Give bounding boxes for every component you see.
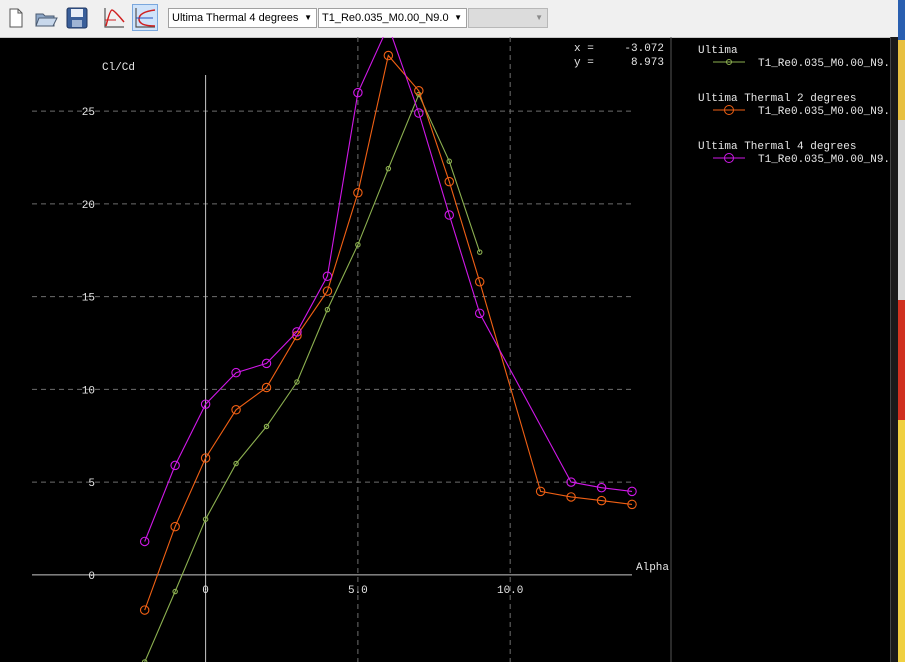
legend-foil-label: Ultima <box>698 45 738 57</box>
readout-x-value: -3.072 <box>624 43 664 55</box>
cl-cd-graph-icon[interactable] <box>132 4 158 31</box>
y-tick-label: 15 <box>82 293 95 305</box>
operating-point-select: ▼ <box>468 8 548 28</box>
x-tick-label: 10.0 <box>497 585 523 597</box>
legend-entry-ultima[interactable]: Ultima T1_Re0.035_M0.00_N9. <box>698 45 890 70</box>
chart-axes <box>32 75 632 662</box>
polar-graph-icon[interactable] <box>101 4 127 31</box>
foil-select-value: Ultima Thermal 4 degrees <box>172 12 299 24</box>
y-tick-label: 25 <box>82 107 95 119</box>
background-window-edge <box>898 0 905 662</box>
cursor-readout: x = -3.072 y = 8.973 <box>574 43 664 69</box>
readout-x-label: x = <box>574 43 594 55</box>
y-tick-label: 20 <box>82 200 95 212</box>
legend-foil-label: Ultima Thermal 4 degrees <box>698 141 856 153</box>
series-line <box>144 37 633 542</box>
legend-entry-thermal-4[interactable]: Ultima Thermal 4 degrees T1_Re0.035_M0.0… <box>698 141 890 166</box>
y-axis-label: Cl/Cd <box>102 62 135 74</box>
legend-foil-label: Ultima Thermal 2 degrees <box>698 93 856 105</box>
readout-y-label: y = <box>574 57 594 69</box>
grid-lines <box>32 37 632 662</box>
readout-y-value: 8.973 <box>631 57 664 69</box>
polar-select-value: T1_Re0.035_M0.00_N9.0 <box>322 12 449 24</box>
x-axis-label: Alpha <box>636 562 669 574</box>
legend-polar-label: T1_Re0.035_M0.00_N9. <box>758 58 890 70</box>
y-tick-label: 10 <box>82 385 95 397</box>
y-tick-label: 5 <box>88 478 95 490</box>
tick-labels: 0 5 10 15 20 25 0 5.0 10.0 <box>82 107 524 597</box>
chart-series <box>139 37 637 662</box>
chevron-down-icon: ▼ <box>304 13 312 22</box>
chevron-down-icon: ▼ <box>535 13 543 22</box>
cl-cd-chart[interactable]: 0 5 10 15 20 25 0 5.0 10.0 Cl/Cd Alpha x = -3.07… <box>0 37 890 662</box>
chevron-down-icon: ▼ <box>454 13 462 22</box>
save-icon[interactable] <box>64 4 90 31</box>
toolbar: Ultima Thermal 4 degrees ▼ T1_Re0.035_M0… <box>0 0 905 38</box>
legend-polar-label: T1_Re0.035_M0.00_N9. <box>758 154 890 166</box>
x-tick-label: 5.0 <box>348 585 368 597</box>
foil-select[interactable]: Ultima Thermal 4 degrees ▼ <box>168 8 317 28</box>
new-document-icon[interactable] <box>3 4 29 31</box>
legend-entry-thermal-2[interactable]: Ultima Thermal 2 degrees T1_Re0.035_M0.0… <box>698 93 890 118</box>
series-line <box>144 54 633 611</box>
legend: Ultima T1_Re0.035_M0.00_N9. Ultima Therm… <box>698 45 890 166</box>
y-tick-label: 0 <box>88 571 95 583</box>
x-tick-label: 0 <box>202 585 209 597</box>
legend-polar-label: T1_Re0.035_M0.00_N9. <box>758 106 890 118</box>
series-line <box>144 93 481 662</box>
open-folder-icon[interactable] <box>33 4 59 31</box>
polar-select[interactable]: T1_Re0.035_M0.00_N9.0 ▼ <box>318 8 467 28</box>
